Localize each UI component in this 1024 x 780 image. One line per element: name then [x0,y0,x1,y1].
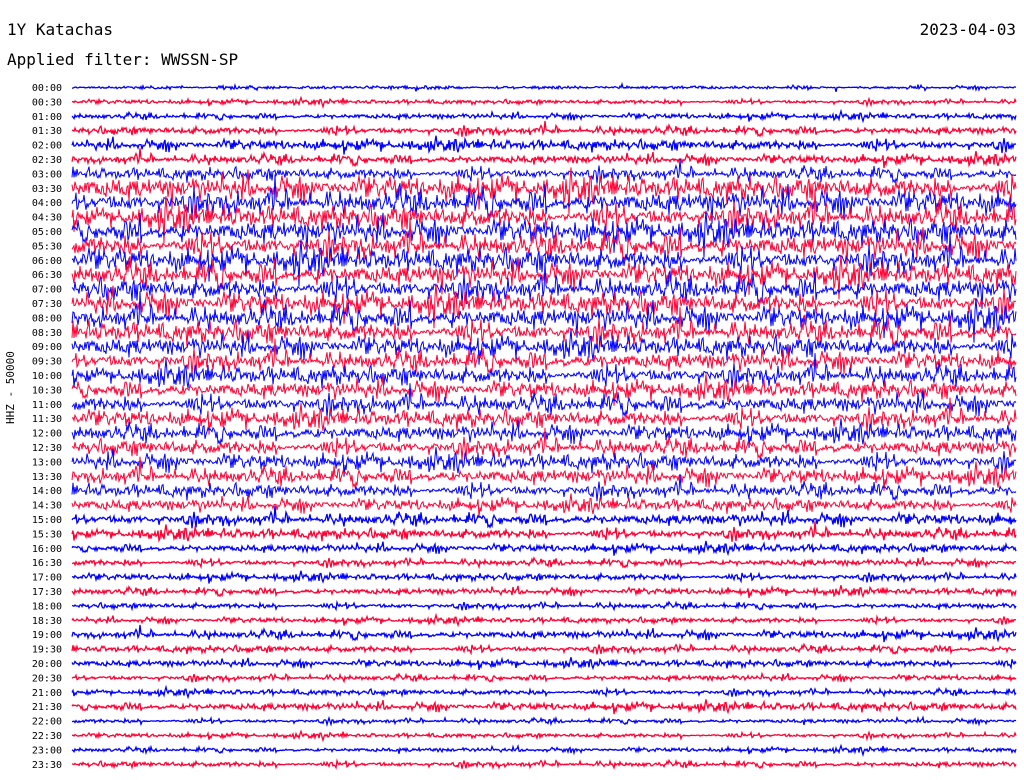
trace-row-0100 [71,108,1017,124]
trace-row-2030 [71,671,1017,684]
trace-row-0030 [71,95,1017,110]
trace-row-1900 [71,624,1017,643]
row-time-label: 20:30 [32,673,62,684]
trace-row-0130 [71,120,1017,138]
row-time-label: 13:30 [32,472,62,483]
row-time-label: 10:30 [32,385,62,396]
row-time-label: 22:30 [32,731,62,742]
trace-row-2230 [71,729,1017,743]
row-time-label: 18:30 [32,616,62,627]
row-time-label: 20:00 [32,659,62,670]
trace-row-1600 [71,540,1017,557]
trace-row-1930 [71,642,1016,656]
trace-row-2130 [71,699,1017,715]
row-time-label: 05:30 [32,241,62,252]
row-time-label: 01:30 [32,126,62,137]
row-time-label: 02:00 [32,141,62,152]
row-time-label: 10:00 [32,371,62,382]
row-time-label: 14:00 [32,486,62,497]
helicorder-plot: 00:00 00:30 01:00 01:30 02:00 02:30 03:00 03:30… [32,81,1017,771]
row-time-label: 02:30 [32,155,62,166]
row-time-label: 22:00 [32,717,62,728]
row-time-label: 06:00 [32,256,62,267]
row-time-label: 18:00 [32,601,62,612]
trace-row-1700 [71,570,1017,584]
row-time-label: 14:30 [32,501,62,512]
row-time-label: 15:30 [32,529,62,540]
trace-row-2100 [71,684,1017,700]
row-time-label: 09:00 [32,342,62,353]
row-time-label: 07:30 [32,299,62,310]
trace-row-2000 [71,656,1017,671]
trace-row-0200 [71,135,1017,155]
row-time-label: 19:00 [32,630,62,641]
trace-row-1730 [71,584,1017,599]
row-time-label: 03:30 [32,184,62,195]
row-time-label: 01:00 [32,112,62,123]
row-time-label: 12:00 [32,429,62,440]
row-time-label: 17:30 [32,587,62,598]
row-time-label: 11:00 [32,400,62,411]
trace-row-1500 [71,505,1017,529]
trace-row-1830 [71,612,1017,628]
trace-row-2200 [71,715,1017,728]
trace-row-1800 [71,599,1017,612]
row-time-label: 16:00 [32,544,62,555]
row-time-label: 09:30 [32,357,62,368]
row-time-label: 06:30 [32,270,62,281]
row-time-label: 23:00 [32,745,62,756]
row-time-label: 23:30 [32,760,62,771]
row-time-label: 03:00 [32,169,62,180]
row-time-label: 08:00 [32,313,62,324]
row-time-label: 21:30 [32,702,62,713]
trace-row-1630 [71,556,1017,570]
row-time-label: 17:00 [32,573,62,584]
row-time-label: 15:00 [32,515,62,526]
row-time-label: 00:30 [32,97,62,108]
trace-row-1300 [71,447,1017,477]
row-time-label: 21:00 [32,688,62,699]
row-time-label: 05:00 [32,227,62,238]
trace-row-0000 [72,81,1017,93]
row-time-label: 12:30 [32,443,62,454]
row-time-label: 00:00 [32,83,62,94]
row-time-label: 19:30 [32,645,62,656]
trace-row-2330 [71,758,1017,770]
trace-row-2300 [71,743,1017,758]
row-time-label: 16:30 [32,558,62,569]
row-time-label: 11:30 [32,414,62,425]
trace-row-0230 [71,148,1017,169]
row-time-label: 04:00 [32,198,62,209]
row-time-label: 08:30 [32,328,62,339]
trace-row-1430 [71,493,1017,517]
row-time-label: 07:00 [32,285,62,296]
row-time-label: 13:00 [32,457,62,468]
row-time-label: 04:30 [32,213,62,224]
